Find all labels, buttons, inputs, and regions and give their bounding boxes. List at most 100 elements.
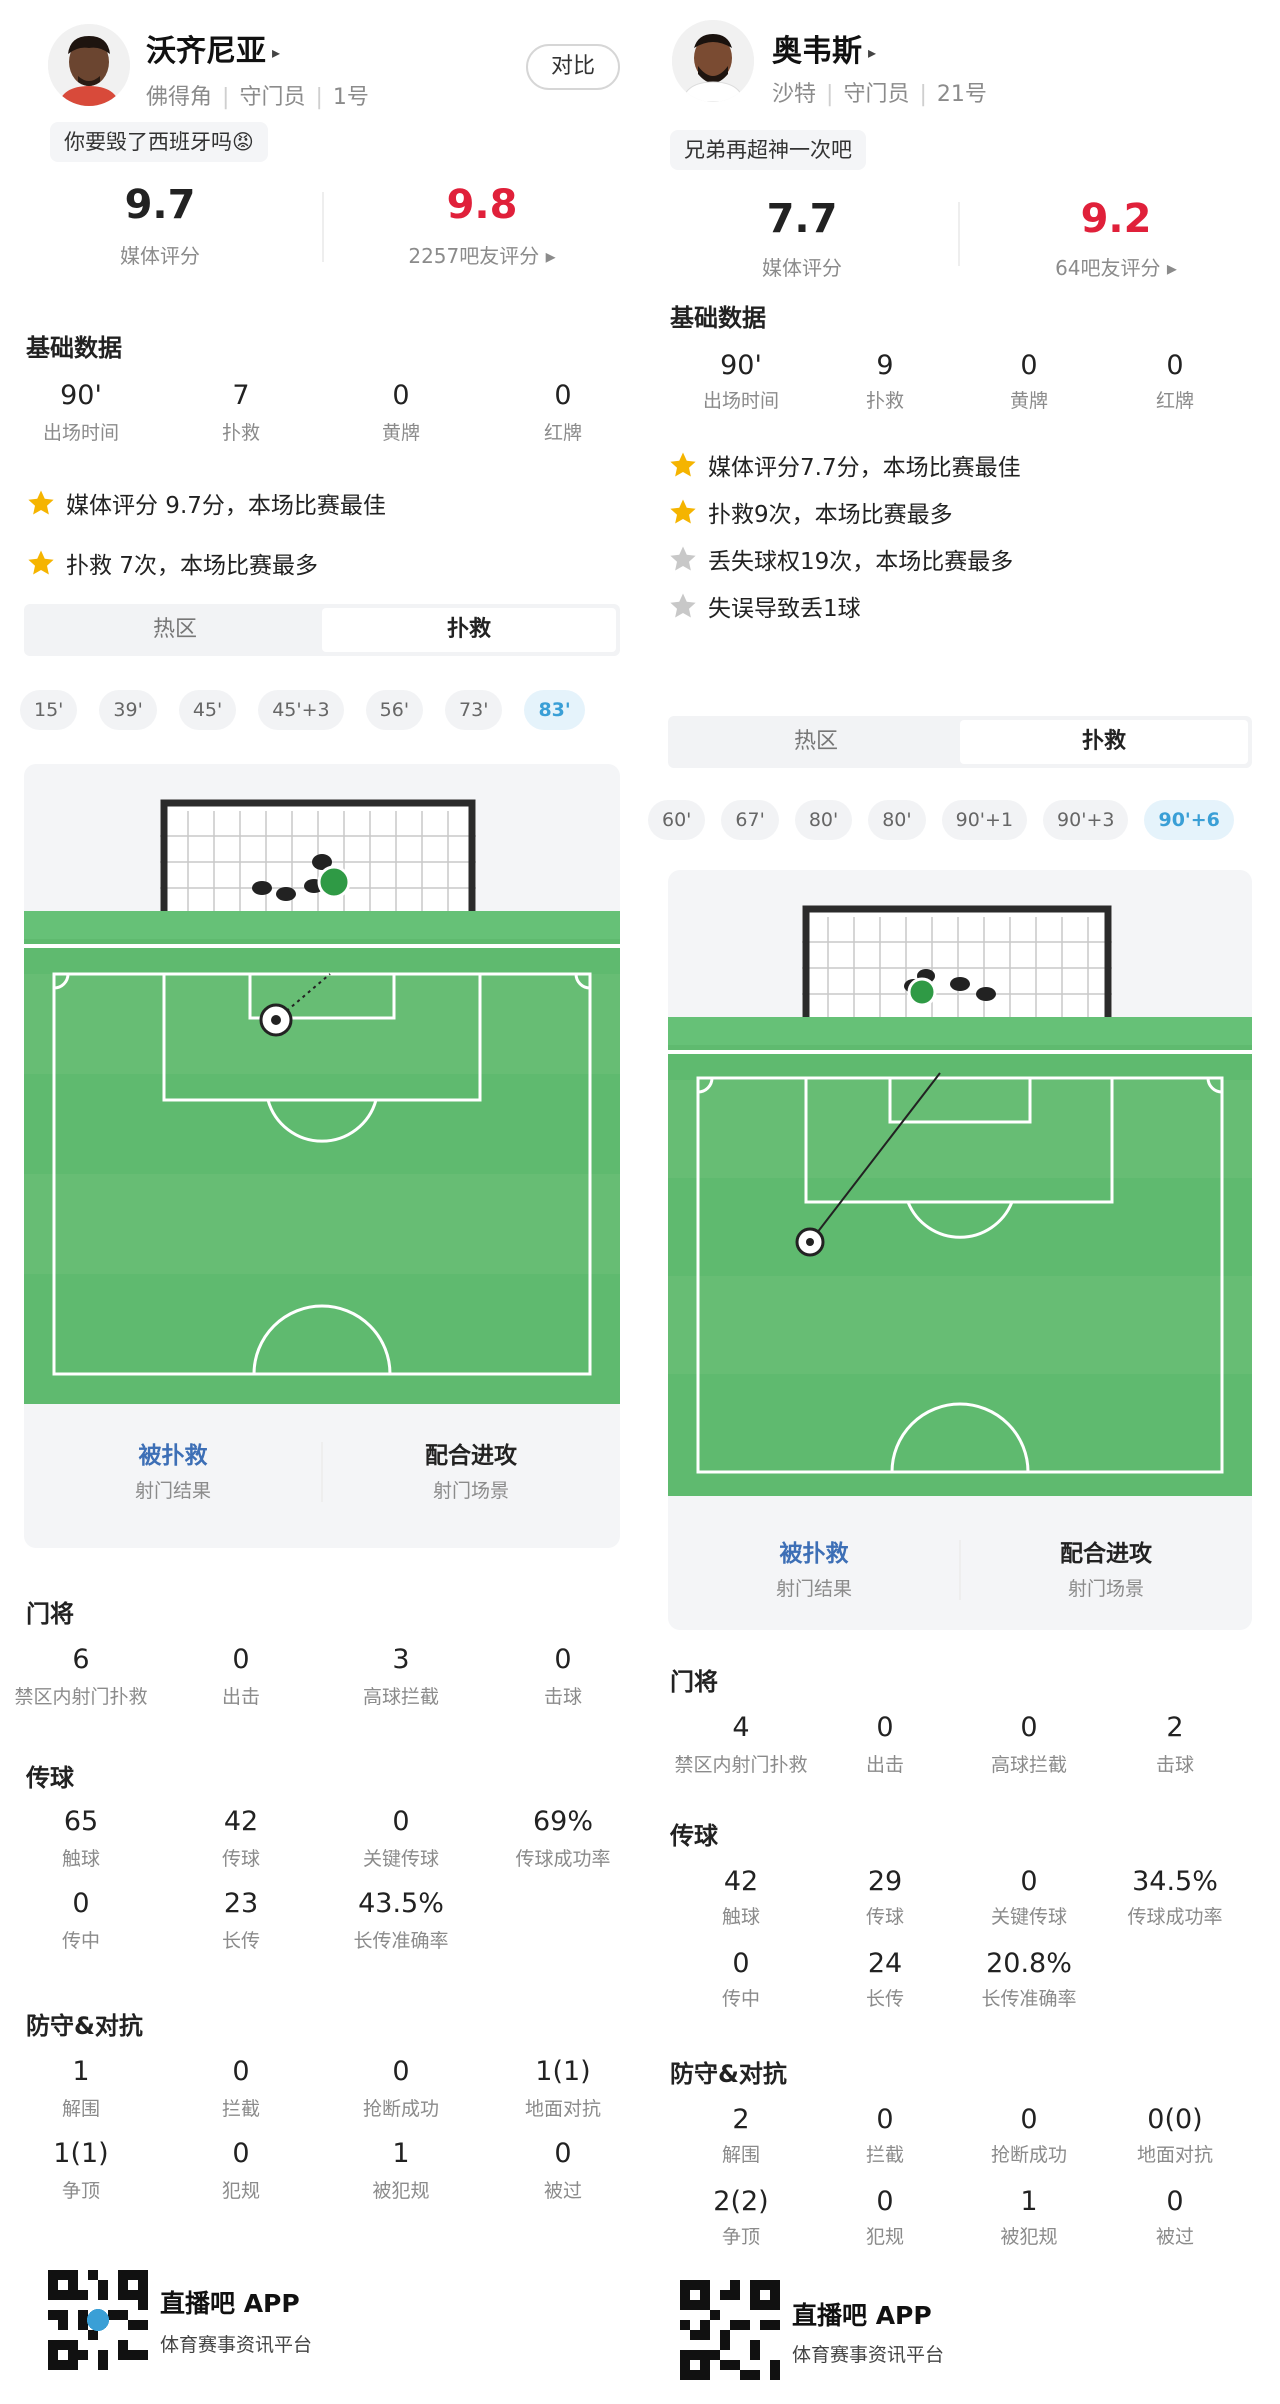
stat-label: 被过: [543, 2180, 582, 2202]
time-chip[interactable]: 39': [99, 690, 157, 730]
stat-label: 传球成功率: [1127, 1906, 1223, 1928]
app-name: 直播吧 APP: [160, 2289, 300, 2318]
time-chip[interactable]: 45'+3: [258, 690, 344, 730]
time-chip[interactable]: 45': [178, 690, 237, 730]
stat-value: 0: [392, 380, 410, 411]
tab-heatmap[interactable]: 热区: [672, 720, 960, 764]
stat-label: 传中: [61, 1930, 100, 1952]
qr-code: [680, 2280, 780, 2380]
section-title-passing: 传球: [26, 1764, 74, 1792]
player-quote: 兄弟再超神一次吧: [670, 130, 866, 170]
stat-label: 出场时间: [702, 390, 779, 412]
stat-label: 高球拦截: [990, 1754, 1067, 1776]
stat-label: 传中: [721, 1988, 760, 2010]
stat-label: 黄牌: [1009, 390, 1048, 412]
fan-rating-link[interactable]: 2257吧友评分 ▸: [362, 240, 602, 269]
stat-label: 出击: [221, 1686, 260, 1708]
shot-map-pitch: [24, 799, 620, 1404]
stat-value: 1: [72, 2056, 90, 2087]
time-chips: 15' 39' 45' 45'+3 56' 73' 83': [20, 690, 603, 730]
stat-value: 29: [867, 1866, 903, 1897]
divider: [958, 202, 960, 266]
fan-rating-link[interactable]: 64吧友评分 ▸: [996, 252, 1236, 281]
stat-value: 24: [867, 1948, 903, 1979]
stat-label: 黄牌: [381, 422, 420, 444]
time-chip-active[interactable]: 83': [524, 690, 585, 730]
highlight-item: 扑救9次，本场比赛最多: [668, 495, 953, 529]
section-title-basic: 基础数据: [670, 304, 766, 332]
shot-scene-value: 配合进攻: [1060, 1541, 1152, 1567]
section-title-defense: 防守&对抗: [26, 2012, 143, 2040]
stat-value: 1(1): [53, 2138, 109, 2169]
stat-label: 抢断成功: [990, 2144, 1067, 2166]
app-name: 直播吧 APP: [792, 2301, 932, 2330]
stat-value: 1: [1020, 2186, 1038, 2217]
tab-saves[interactable]: 扑救: [960, 720, 1248, 764]
player-meta: 佛得角 | 守门员 | 1号: [146, 85, 369, 110]
stat-value: 0: [554, 2138, 572, 2169]
shot-result-bar: 被扑救 射门结果 配合进攻 射门场景: [24, 1436, 620, 1503]
stat-label: 击球: [543, 1686, 582, 1708]
time-chip[interactable]: 56': [365, 690, 424, 730]
media-rating-label: 媒体评分: [762, 256, 842, 280]
stat-value: 6: [72, 1644, 90, 1675]
media-rating-label: 媒体评分: [120, 244, 200, 268]
stat-value: 0: [1166, 2186, 1184, 2217]
stat-value: 69%: [532, 1806, 593, 1837]
stat-value: 42: [223, 1806, 259, 1837]
star-grey-icon: [670, 593, 696, 618]
stat-value: 0: [1166, 350, 1184, 381]
time-chip[interactable]: 67': [721, 800, 779, 840]
shot-scene-label: 射门场景: [1067, 1578, 1144, 1600]
shot-scene-value: 配合进攻: [425, 1443, 517, 1469]
stat-label: 关键传球: [362, 1848, 439, 1870]
stat-label: 解围: [61, 2098, 100, 2120]
stat-value: 0: [72, 1888, 90, 1919]
time-chip[interactable]: 15': [20, 690, 78, 730]
star-gold-icon: [670, 499, 696, 524]
highlight-item: 丢失球权19次，本场比赛最多: [668, 542, 1013, 576]
stat-value: 20.8%: [986, 1948, 1072, 1979]
compare-button[interactable]: 对比: [526, 44, 620, 90]
divider: [321, 1442, 323, 1502]
time-chip[interactable]: 60': [648, 800, 706, 840]
time-chip[interactable]: 80': [868, 800, 926, 840]
player-name[interactable]: 奥韦斯 ▸: [772, 26, 876, 70]
stat-label: 长传准确率: [353, 1930, 449, 1952]
stat-value: 43.5%: [358, 1888, 444, 1919]
time-chip[interactable]: 90'+3: [1043, 800, 1129, 840]
time-chip[interactable]: 80': [794, 800, 853, 840]
fan-rating-value: 9.2: [1080, 196, 1152, 242]
shot-scene-label: 射门场景: [432, 1480, 509, 1502]
media-rating-value: 7.7: [766, 196, 838, 242]
star-gold-icon: [670, 452, 696, 477]
shot-map-pitch: [668, 905, 1252, 1496]
app-subtitle: 体育赛事资讯平台: [160, 2334, 313, 2356]
stat-label: 拦截: [865, 2144, 904, 2166]
stat-label: 触球: [61, 1848, 100, 1870]
time-chip[interactable]: 90'+1: [941, 800, 1028, 840]
stat-label: 争顶: [61, 2180, 100, 2202]
time-chip[interactable]: 73': [445, 690, 503, 730]
stat-label: 长传: [221, 1930, 260, 1952]
avatar[interactable]: [672, 20, 754, 102]
avatar[interactable]: [48, 24, 130, 106]
stat-value: 0: [876, 2186, 894, 2217]
star-gold-icon: [28, 550, 54, 575]
stat-value: 0: [554, 1644, 572, 1675]
stat-value: 90': [720, 350, 762, 381]
player-name[interactable]: 沃齐尼亚 ▸: [146, 26, 280, 70]
app-subtitle: 体育赛事资讯平台: [792, 2344, 945, 2366]
stat-label: 传球: [865, 1906, 904, 1928]
stat-value: 0: [232, 2056, 250, 2087]
tab-heatmap[interactable]: 热区: [28, 608, 322, 652]
shot-result-value: 被扑救: [779, 1541, 849, 1567]
stat-value: 2: [1166, 1712, 1184, 1743]
tab-saves[interactable]: 扑救: [322, 608, 616, 652]
section-title-basic: 基础数据: [26, 334, 122, 362]
stat-value: 3: [392, 1644, 410, 1675]
time-chip-active[interactable]: 90'+6: [1144, 800, 1234, 840]
stat-value: 2(2): [713, 2186, 769, 2217]
stat-value: 2: [732, 2104, 750, 2135]
stat-label: 红牌: [1155, 390, 1194, 412]
